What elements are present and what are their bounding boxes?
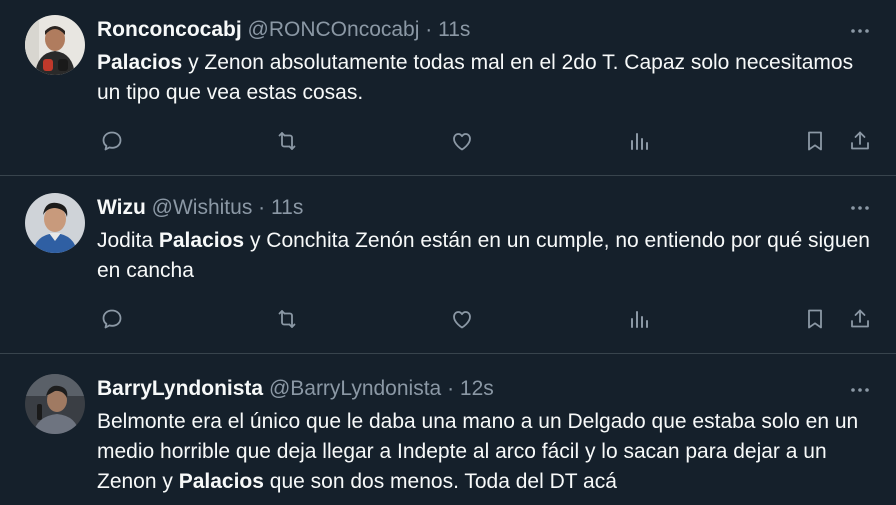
text-regular: Jodita	[97, 229, 159, 252]
views-icon[interactable]	[624, 126, 654, 156]
tweet-text: Jodita Palacios y Conchita Zenón están e…	[97, 226, 872, 286]
retweet-icon[interactable]	[272, 126, 302, 156]
reply-icon[interactable]	[97, 304, 127, 334]
reply-icon[interactable]	[97, 126, 127, 156]
share-icon[interactable]	[845, 304, 875, 334]
tweet-header: BarryLyndonista @BarryLyndonista · 12s	[97, 376, 836, 402]
display-name[interactable]: Wizu	[97, 196, 146, 219]
tweet-header: Wizu @Wishitus · 11s	[97, 195, 836, 221]
separator-dot: ·	[447, 377, 455, 400]
tweet-actions	[97, 304, 872, 334]
heart-icon[interactable]	[447, 126, 477, 156]
text-bold: Palacios	[97, 51, 183, 74]
avatar[interactable]	[25, 193, 85, 253]
timestamp[interactable]: 11s	[438, 18, 470, 41]
text-regular: y Zenon absolutamente todas mal en el 2d…	[97, 51, 854, 104]
avatar[interactable]	[25, 374, 85, 434]
more-icon[interactable]	[848, 196, 872, 220]
views-icon[interactable]	[624, 304, 654, 334]
separator-dot: ·	[425, 18, 433, 41]
user-handle[interactable]: @Wishitus	[152, 196, 253, 219]
tweet-text: Belmonte era el único que le daba una ma…	[97, 407, 872, 497]
heart-icon[interactable]	[447, 304, 477, 334]
tweet-text: Palacios y Zenon absolutamente todas mal…	[97, 48, 872, 108]
bookmark-icon[interactable]	[800, 304, 830, 334]
text-regular: que son dos menos. Toda del DT acá	[263, 470, 617, 493]
timeline-feed: Ronconcocabj @RONCOncocabj · 11s Palacio…	[0, 0, 896, 505]
tweet[interactable]: Wizu @Wishitus · 11s Jodita Palacios y C…	[0, 176, 896, 354]
more-icon[interactable]	[848, 378, 872, 402]
timestamp[interactable]: 12s	[460, 377, 494, 400]
text-bold: Palacios	[158, 229, 245, 252]
user-handle[interactable]: @BarryLyndonista	[269, 377, 441, 400]
bookmark-icon[interactable]	[800, 126, 830, 156]
user-handle[interactable]: @RONCOncocabj	[248, 18, 420, 41]
text-bold: Palacios	[178, 470, 264, 493]
timestamp[interactable]: 11s	[271, 196, 303, 219]
display-name[interactable]: Ronconcocabj	[97, 18, 242, 41]
separator-dot: ·	[258, 196, 266, 219]
tweet-actions	[97, 126, 872, 156]
display-name[interactable]: BarryLyndonista	[97, 377, 263, 400]
tweet-header: Ronconcocabj @RONCOncocabj · 11s	[97, 17, 836, 43]
more-icon[interactable]	[848, 19, 872, 43]
tweet[interactable]: Ronconcocabj @RONCOncocabj · 11s Palacio…	[0, 0, 896, 176]
tweet[interactable]: BarryLyndonista @BarryLyndonista · 12s B…	[0, 354, 896, 505]
avatar[interactable]	[25, 15, 85, 75]
retweet-icon[interactable]	[272, 304, 302, 334]
share-icon[interactable]	[845, 126, 875, 156]
